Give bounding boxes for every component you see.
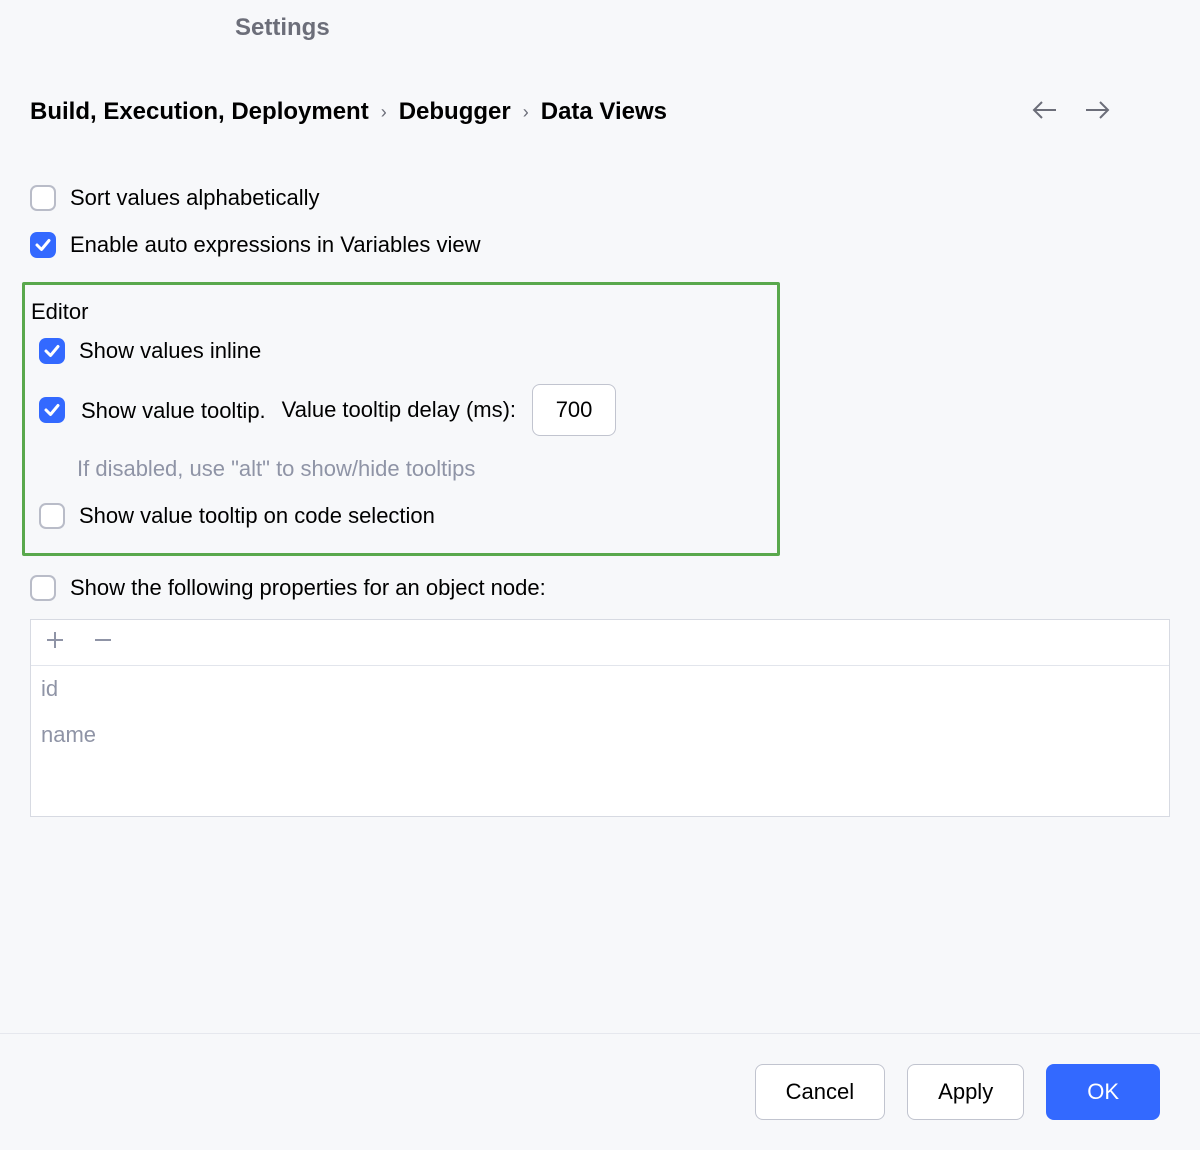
list-item[interactable]: name (31, 712, 1169, 758)
editor-section-highlight: Editor Show values inline Show value too… (22, 282, 780, 556)
dialog-footer: Cancel Apply OK (0, 1033, 1200, 1150)
forward-arrow-icon[interactable] (1084, 100, 1110, 125)
breadcrumb-root[interactable]: Build, Execution, Deployment (30, 98, 369, 126)
auto-expressions-checkbox[interactable] (30, 232, 56, 258)
ok-button[interactable]: OK (1046, 1064, 1160, 1120)
back-arrow-icon[interactable] (1032, 100, 1058, 125)
show-object-properties-label: Show the following properties for an obj… (70, 574, 546, 601)
list-item[interactable]: id (31, 666, 1169, 712)
title-bar: Settings (0, 0, 1200, 50)
breadcrumb-leaf: Data Views (541, 98, 667, 126)
property-list-body: id name (31, 666, 1169, 816)
add-property-button[interactable] (45, 630, 65, 655)
breadcrumb: Build, Execution, Deployment › Debugger … (30, 98, 667, 126)
breadcrumb-mid[interactable]: Debugger (399, 98, 511, 126)
tooltip-hint: If disabled, use "alt" to show/hide tool… (31, 446, 767, 492)
show-object-properties-checkbox[interactable] (30, 575, 56, 601)
show-values-inline-label: Show values inline (79, 337, 261, 364)
tooltip-on-selection-label: Show value tooltip on code selection (79, 502, 435, 529)
tooltip-on-selection-checkbox[interactable] (39, 503, 65, 529)
sort-alphabetically-label: Sort values alphabetically (70, 184, 319, 211)
auto-expressions-label: Enable auto expressions in Variables vie… (70, 231, 481, 258)
dialog-title: Settings (235, 14, 330, 41)
cancel-button[interactable]: Cancel (755, 1064, 885, 1120)
editor-section-label: Editor (31, 299, 767, 327)
chevron-right-icon: › (523, 102, 529, 123)
apply-button[interactable]: Apply (907, 1064, 1024, 1120)
sort-alphabetically-checkbox[interactable] (30, 185, 56, 211)
show-value-tooltip-checkbox[interactable] (39, 397, 65, 423)
object-properties-list: id name (30, 619, 1170, 817)
tooltip-delay-label: Value tooltip delay (ms): (282, 397, 516, 423)
show-values-inline-checkbox[interactable] (39, 338, 65, 364)
show-value-tooltip-label: Show value tooltip. (81, 397, 266, 424)
remove-property-button[interactable] (93, 630, 113, 655)
tooltip-delay-input[interactable] (532, 384, 616, 436)
chevron-right-icon: › (381, 102, 387, 123)
